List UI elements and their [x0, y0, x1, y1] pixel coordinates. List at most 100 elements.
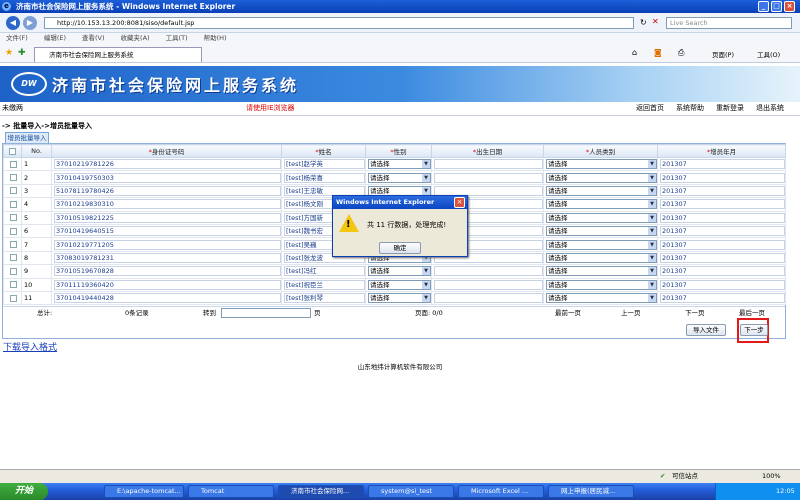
task-ie-second[interactable]: 网上申报(居民减...	[548, 485, 634, 498]
task-tomcat[interactable]: Tomcat	[188, 485, 274, 498]
row-select-cell[interactable]	[3, 170, 22, 185]
category-select[interactable]: 请选择 ▼	[546, 185, 657, 196]
month-input[interactable]: 201307	[660, 199, 785, 210]
stop-icon[interactable]: ✕	[652, 17, 659, 26]
month-input[interactable]: 201307	[660, 226, 785, 237]
nav-help-link[interactable]: 系统帮助	[676, 102, 704, 115]
select-all-checkbox[interactable]	[9, 147, 16, 155]
month-input[interactable]: 201307	[660, 212, 785, 223]
month-input[interactable]: 201307	[660, 279, 785, 290]
row-select-cell[interactable]	[3, 210, 22, 225]
add-favorite-icon[interactable]: ✚	[18, 48, 26, 58]
back-button[interactable]: ◀	[6, 16, 20, 30]
nav-relogin-link[interactable]: 重新登录	[716, 102, 744, 115]
start-button[interactable]: 开始	[0, 483, 48, 500]
close-window-button[interactable]: ×	[784, 1, 795, 12]
month-input[interactable]: 201307	[660, 172, 785, 183]
category-select[interactable]: 请选择 ▼	[546, 252, 657, 263]
menu-edit[interactable]: 编辑(E)	[44, 34, 66, 42]
id-input[interactable]: 37010219771205	[54, 239, 281, 250]
month-input[interactable]: 201307	[660, 293, 785, 304]
menu-help[interactable]: 帮助(H)	[204, 34, 227, 42]
row-checkbox[interactable]	[10, 160, 17, 168]
row-checkbox[interactable]	[10, 214, 17, 222]
birth-input[interactable]	[434, 266, 543, 277]
row-select-cell[interactable]	[3, 156, 22, 172]
goto-page-input[interactable]	[221, 308, 311, 318]
row-checkbox[interactable]	[10, 174, 17, 182]
task-ie-active[interactable]: 济南市社会保险网...	[278, 485, 364, 498]
gender-select[interactable]: 请选择 ▼	[368, 266, 431, 277]
row-select-cell[interactable]	[3, 290, 22, 306]
maximize-button[interactable]: □	[771, 1, 782, 12]
id-input[interactable]: 37010519670828	[54, 266, 281, 277]
refresh-icon[interactable]: ↻	[640, 18, 647, 27]
feeds-icon[interactable]: ◙	[654, 48, 662, 57]
birth-input[interactable]	[434, 172, 543, 183]
month-input[interactable]: 201307	[660, 185, 785, 196]
category-select[interactable]: 请选择 ▼	[546, 266, 657, 277]
id-input[interactable]: 37010519821225	[54, 212, 281, 223]
minimize-button[interactable]: _	[758, 1, 769, 12]
month-input[interactable]: 201307	[660, 266, 785, 277]
row-select-cell[interactable]	[3, 250, 22, 266]
dialog-ok-button[interactable]: 确定	[379, 242, 421, 254]
select-all-header[interactable]	[3, 144, 22, 158]
birth-input[interactable]	[434, 279, 543, 290]
nav-logout-link[interactable]: 退出系统	[756, 102, 784, 115]
category-select[interactable]: 请选择 ▼	[546, 172, 657, 183]
id-input[interactable]: 37010219781226	[54, 159, 281, 170]
next-step-button[interactable]: 下一步	[740, 324, 768, 336]
row-checkbox[interactable]	[10, 254, 17, 262]
category-select[interactable]: 请选择 ▼	[546, 212, 657, 223]
row-select-cell[interactable]	[3, 223, 22, 239]
birth-input[interactable]	[434, 293, 543, 304]
task-excel[interactable]: Microsoft Excel ...	[458, 485, 544, 498]
month-input[interactable]: 201307	[660, 239, 785, 250]
tab-batch-import[interactable]: 增员批量导入	[5, 132, 49, 143]
menu-favorites[interactable]: 收藏夹(A)	[121, 34, 150, 42]
row-checkbox[interactable]	[10, 281, 17, 289]
search-input[interactable]: Live Search	[666, 17, 792, 29]
row-checkbox[interactable]	[10, 241, 17, 249]
forward-button[interactable]: ▶	[23, 16, 37, 30]
nav-home-link[interactable]: 返回首页	[636, 102, 664, 115]
id-input[interactable]: 37010219830310	[54, 199, 281, 210]
id-input[interactable]: 37010419440428	[54, 293, 281, 304]
menu-file[interactable]: 文件(F)	[6, 34, 28, 42]
row-select-cell[interactable]	[3, 197, 22, 212]
id-input[interactable]: 37011119360420	[54, 279, 281, 290]
row-select-cell[interactable]	[3, 277, 22, 292]
browser-tab[interactable]: 济南市社会保险网上服务系统	[34, 47, 202, 62]
zoom-level[interactable]: 100%	[762, 470, 781, 483]
row-select-cell[interactable]	[3, 183, 22, 199]
category-select[interactable]: 请选择 ▼	[546, 239, 657, 250]
task-sql[interactable]: system@si_test	[368, 485, 454, 498]
menu-tools[interactable]: 工具(T)	[166, 34, 188, 42]
id-input[interactable]: 37010419750303	[54, 172, 281, 183]
first-page-link[interactable]: 最前一页	[555, 307, 581, 319]
next-page-link[interactable]: 下一页	[685, 307, 705, 319]
category-select[interactable]: 请选择 ▼	[546, 159, 657, 170]
row-checkbox[interactable]	[10, 294, 17, 302]
row-checkbox[interactable]	[10, 187, 17, 195]
menu-view[interactable]: 查看(V)	[82, 34, 105, 42]
gender-select[interactable]: 请选择 ▼	[368, 279, 431, 290]
category-select[interactable]: 请选择 ▼	[546, 279, 657, 290]
month-input[interactable]: 201307	[660, 159, 785, 170]
prev-page-link[interactable]: 上一页	[621, 307, 641, 319]
category-select[interactable]: 请选择 ▼	[546, 199, 657, 210]
category-select[interactable]: 请选择 ▼	[546, 226, 657, 237]
download-template-link[interactable]: 下载导入格式	[3, 340, 57, 353]
name-input[interactable]: [test]赵学英	[284, 159, 365, 170]
category-select[interactable]: 请选择 ▼	[546, 293, 657, 304]
id-input[interactable]: 37083019781231	[54, 252, 281, 263]
print-icon[interactable]: ⎙	[678, 48, 684, 58]
page-menu[interactable]: 页面(P)	[712, 49, 734, 59]
home-icon[interactable]: ⌂	[632, 48, 637, 57]
row-checkbox[interactable]	[10, 200, 17, 208]
gender-select[interactable]: 请选择 ▼	[368, 159, 431, 170]
address-input[interactable]: http://10.153.13.200:8081/siso/default.j…	[44, 17, 634, 29]
row-select-cell[interactable]	[3, 264, 22, 279]
dialog-close-button[interactable]: ×	[454, 197, 465, 208]
